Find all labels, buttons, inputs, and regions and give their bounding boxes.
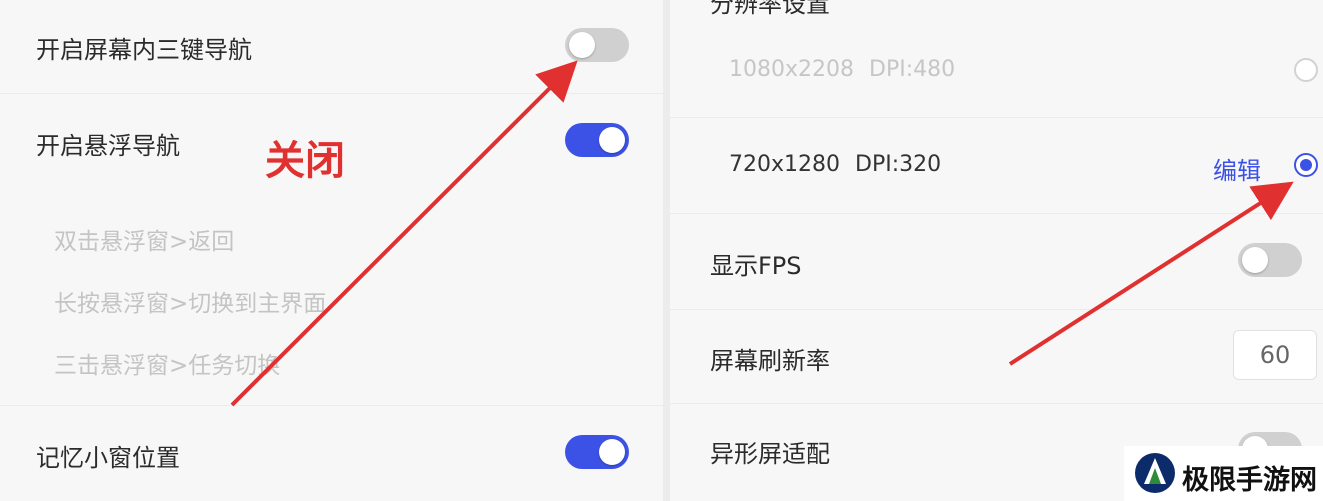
show-fps-row[interactable]: 显示FPS	[670, 214, 1323, 308]
site-watermark: 极限手游网	[1124, 446, 1323, 501]
watermark-logo-icon	[1135, 453, 1175, 493]
toggle-knob	[569, 32, 595, 58]
remember-position-label: 记忆小窗位置	[36, 444, 180, 472]
toggle-knob	[599, 439, 625, 465]
floating-nav-toggle[interactable]	[565, 123, 629, 157]
dpi-value: DPI:320	[855, 152, 942, 177]
edit-resolution-link[interactable]: 编辑	[1213, 151, 1261, 186]
right-settings-panel: 分辨率设置 1080x2208 DPI:480 720x1280 DPI:320…	[670, 0, 1323, 501]
toggle-knob	[1242, 247, 1268, 273]
resolution-value: 1080x2208	[729, 57, 854, 82]
show-fps-label: 显示FPS	[710, 252, 802, 280]
three-key-nav-toggle[interactable]	[565, 28, 629, 62]
notch-adapt-label: 异形屏适配	[710, 440, 830, 468]
resolution-radio-720[interactable]	[1294, 153, 1318, 177]
floating-option-triple-tap[interactable]: 三击悬浮窗>任务切换	[54, 346, 280, 380]
dpi-value: DPI:480	[869, 57, 956, 82]
close-annotation: 关闭	[265, 138, 345, 184]
floating-option-double-tap[interactable]: 双击悬浮窗>返回	[54, 222, 234, 256]
left-settings-panel: 开启屏幕内三键导航 开启悬浮导航 关闭 双击悬浮窗>返回 长按悬浮窗>切换到主界…	[0, 0, 663, 501]
toggle-knob	[599, 127, 625, 153]
resolution-row-720[interactable]: 720x1280 DPI:320 编辑	[670, 118, 1323, 212]
refresh-rate-row[interactable]: 屏幕刷新率 60	[670, 310, 1323, 402]
remember-position-row[interactable]: 记忆小窗位置	[0, 406, 663, 501]
resolution-value: 720x1280	[729, 152, 840, 177]
refresh-rate-label: 屏幕刷新率	[710, 347, 830, 375]
resolution-section-header: 分辨率设置	[710, 0, 830, 18]
watermark-text: 极限手游网	[1182, 465, 1317, 496]
resolution-row-1080[interactable]: 1080x2208 DPI:480	[670, 24, 1323, 116]
floating-option-long-press[interactable]: 长按悬浮窗>切换到主界面	[54, 284, 326, 318]
three-key-nav-row[interactable]: 开启屏幕内三键导航	[0, 0, 663, 92]
three-key-nav-label: 开启屏幕内三键导航	[36, 36, 252, 64]
show-fps-toggle[interactable]	[1238, 243, 1302, 277]
floating-nav-label: 开启悬浮导航	[36, 132, 180, 160]
resolution-radio-1080[interactable]	[1294, 58, 1318, 82]
remember-position-toggle[interactable]	[565, 435, 629, 469]
refresh-rate-input[interactable]: 60	[1233, 330, 1317, 380]
